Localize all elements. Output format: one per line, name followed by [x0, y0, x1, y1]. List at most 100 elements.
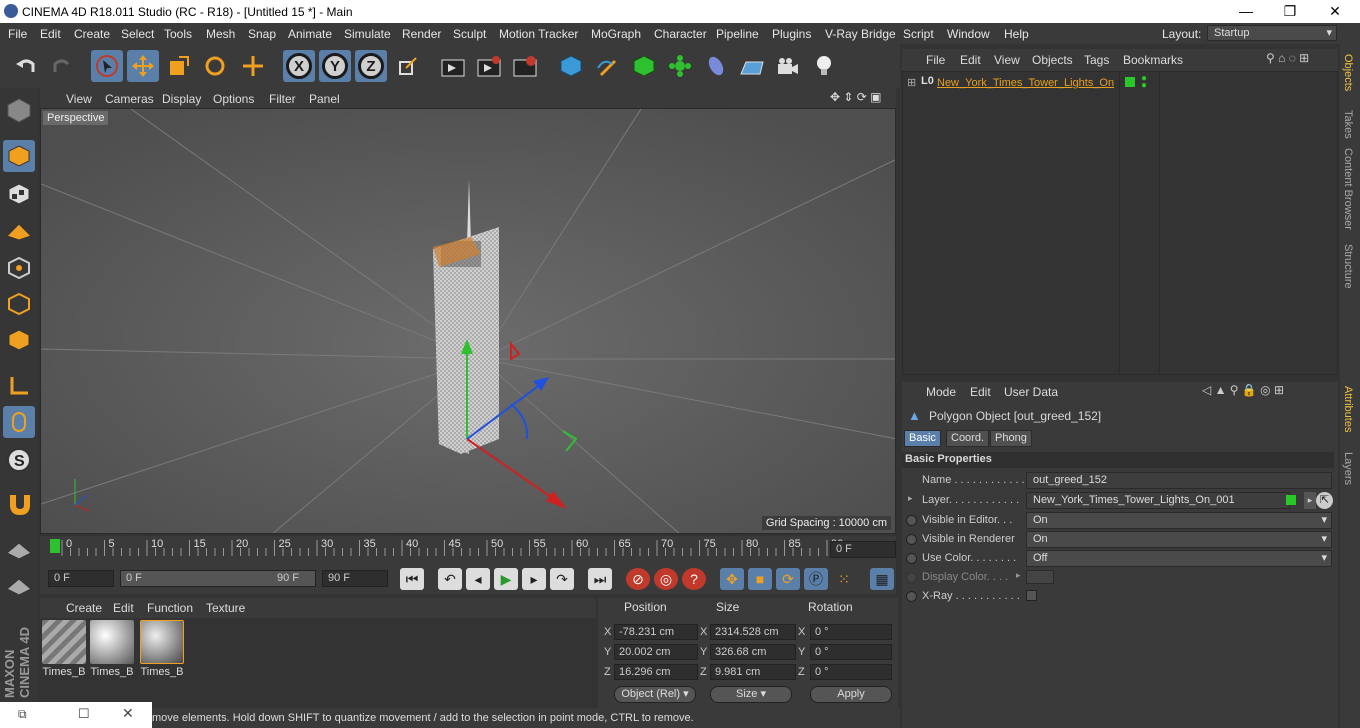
display-color-swatch[interactable] — [1026, 570, 1054, 584]
key-parameter-button[interactable]: Ⓟ — [804, 568, 828, 590]
menu-pipeline[interactable]: Pipeline — [716, 27, 759, 41]
edges-mode-button[interactable] — [3, 288, 35, 320]
material-menu-function[interactable]: Function — [147, 601, 193, 615]
layer-arrow-button[interactable]: ▸ — [1304, 492, 1316, 509]
frame-range-slider[interactable]: 0 F 90 F — [120, 570, 316, 587]
tab-coord[interactable]: Coord. — [946, 430, 990, 447]
minimized-window-tab[interactable]: ⧉ ☐ ✕ — [0, 702, 152, 728]
perspective-viewport[interactable]: Perspective Grid Spacing : 10000 cm — [40, 108, 896, 534]
om-menu-objects[interactable]: Objects — [1032, 53, 1073, 67]
close-icon[interactable]: ✕ — [122, 705, 134, 722]
y-axis-button[interactable]: Y — [319, 50, 351, 82]
tab-objects[interactable]: Objects — [1342, 54, 1354, 91]
om-menu-bookmarks[interactable]: Bookmarks — [1123, 53, 1183, 67]
om-menu-tags[interactable]: Tags — [1084, 53, 1109, 67]
next-key-button[interactable]: ↷ — [550, 568, 574, 590]
key-pla-button[interactable]: ⁙ — [832, 568, 856, 590]
points-mode-button[interactable] — [3, 252, 35, 284]
live-selection-button[interactable] — [91, 50, 123, 82]
menu-script[interactable]: Script — [903, 27, 934, 41]
menu-render[interactable]: Render — [402, 27, 441, 41]
menu-mesh[interactable]: Mesh — [206, 27, 235, 41]
z-axis-button[interactable]: Z — [355, 50, 387, 82]
play-button[interactable]: ▶ — [494, 568, 518, 590]
cloner-button[interactable] — [664, 50, 696, 82]
render-to-picture-viewer-button[interactable] — [473, 50, 505, 82]
move-button[interactable] — [127, 50, 159, 82]
animate-radio[interactable] — [906, 553, 917, 564]
rotation-z-field[interactable]: 0 ° — [810, 664, 892, 680]
rotation-y-field[interactable]: 0 ° — [810, 644, 892, 660]
animate-radio[interactable] — [906, 572, 917, 583]
use-color-dropdown[interactable]: Off ▾ — [1026, 550, 1332, 567]
snap-button[interactable]: S — [3, 444, 35, 476]
expand-icon[interactable]: ⊞ — [907, 76, 916, 89]
menu-create[interactable]: Create — [74, 27, 110, 41]
maximize-icon[interactable]: ☐ — [78, 706, 90, 722]
menu-window[interactable]: Window — [947, 27, 990, 41]
object-row[interactable]: ⊞ L0 New_York_Times_Tower_Lights_On ● ● — [903, 74, 1337, 92]
size-x-field[interactable]: 2314.528 cm — [710, 624, 796, 640]
visible-in-renderer-dropdown[interactable]: On ▾ — [1026, 531, 1332, 548]
start-frame-field[interactable]: 0 F — [48, 570, 114, 587]
planar-workplane-button[interactable] — [3, 568, 35, 600]
texture-mode-button[interactable] — [3, 178, 35, 210]
tab-attributes[interactable]: Attributes — [1342, 386, 1354, 432]
xray-checkbox[interactable] — [1026, 590, 1037, 601]
om-menu-file[interactable]: File — [926, 53, 945, 67]
rotation-x-field[interactable]: 0 ° — [810, 624, 892, 640]
viewport-menu-options[interactable]: Options — [213, 92, 254, 106]
viewport-menu-filter[interactable]: Filter — [269, 92, 296, 106]
next-frame-button[interactable]: ▸ — [522, 568, 546, 590]
scale-button[interactable] — [163, 50, 195, 82]
om-menu-view[interactable]: View — [994, 53, 1020, 67]
apply-button[interactable]: Apply — [810, 686, 892, 703]
tab-phong[interactable]: Phong — [990, 430, 1032, 447]
object-name[interactable]: New_York_Times_Tower_Lights_On — [937, 77, 1114, 89]
material-menu-create[interactable]: Create — [66, 601, 102, 615]
at-menu-user-data[interactable]: User Data — [1004, 385, 1058, 399]
viewport-menu-view[interactable]: View — [66, 92, 92, 106]
menu-snap[interactable]: Snap — [248, 27, 276, 41]
locked-workplane-button[interactable] — [3, 532, 35, 564]
x-axis-button[interactable]: X — [283, 50, 315, 82]
layer-field[interactable]: New_York_Times_Tower_Lights_On_001 — [1026, 492, 1290, 509]
size-mode-dropdown[interactable]: Size ▾ — [710, 686, 792, 703]
magnet-button[interactable] — [3, 488, 35, 520]
menu-animate[interactable]: Animate — [288, 27, 332, 41]
at-menu-edit[interactable]: Edit — [970, 385, 991, 399]
position-x-field[interactable]: -78.231 cm — [614, 624, 698, 640]
menu-plugins[interactable]: Plugins — [772, 27, 811, 41]
key-scale-button[interactable]: ■ — [748, 568, 772, 590]
material-menu-edit[interactable]: Edit — [113, 601, 134, 615]
position-y-field[interactable]: 20.002 cm — [614, 644, 698, 660]
tweak-mode-button[interactable] — [3, 406, 35, 438]
at-tool-icons[interactable]: ◁ ▲ ⚲ 🔒 ◎ ⊞ — [1202, 383, 1284, 397]
cube-button[interactable] — [555, 50, 587, 82]
timeline-ruler[interactable]: 051015202530354045505560657075808590 0 F — [40, 536, 896, 564]
tab-structure[interactable]: Structure — [1342, 244, 1354, 289]
menu-file[interactable]: File — [8, 27, 27, 41]
pen-button[interactable] — [592, 50, 624, 82]
timeline-button[interactable]: ▦ — [870, 568, 894, 590]
menu-simulate[interactable]: Simulate — [344, 27, 391, 41]
material-swatch-1[interactable] — [42, 620, 86, 664]
expand-arrow-icon[interactable]: ▸ — [1016, 570, 1021, 581]
floor-button[interactable] — [736, 50, 768, 82]
menu-mograph[interactable]: MoGraph — [591, 27, 641, 41]
workplane-button[interactable] — [3, 214, 35, 246]
undo-button[interactable] — [10, 50, 42, 82]
polygons-mode-button[interactable] — [3, 324, 35, 356]
keyframe-selection-button[interactable]: ? — [682, 568, 706, 590]
size-z-field[interactable]: 9.981 cm — [710, 664, 796, 680]
viewport-nav-icons[interactable]: ✥ ⇕ ⟳ ▣ — [830, 90, 882, 104]
material-swatch-2[interactable] — [90, 620, 134, 664]
transform-button[interactable] — [237, 50, 269, 82]
rotate-button[interactable] — [199, 50, 231, 82]
om-menu-edit[interactable]: Edit — [960, 53, 981, 67]
tab-takes[interactable]: Takes — [1342, 110, 1354, 139]
render-view-button[interactable] — [437, 50, 469, 82]
animate-radio[interactable] — [906, 534, 917, 545]
record-button[interactable]: ⊘ — [626, 568, 650, 590]
at-menu-mode[interactable]: Mode — [926, 385, 956, 399]
